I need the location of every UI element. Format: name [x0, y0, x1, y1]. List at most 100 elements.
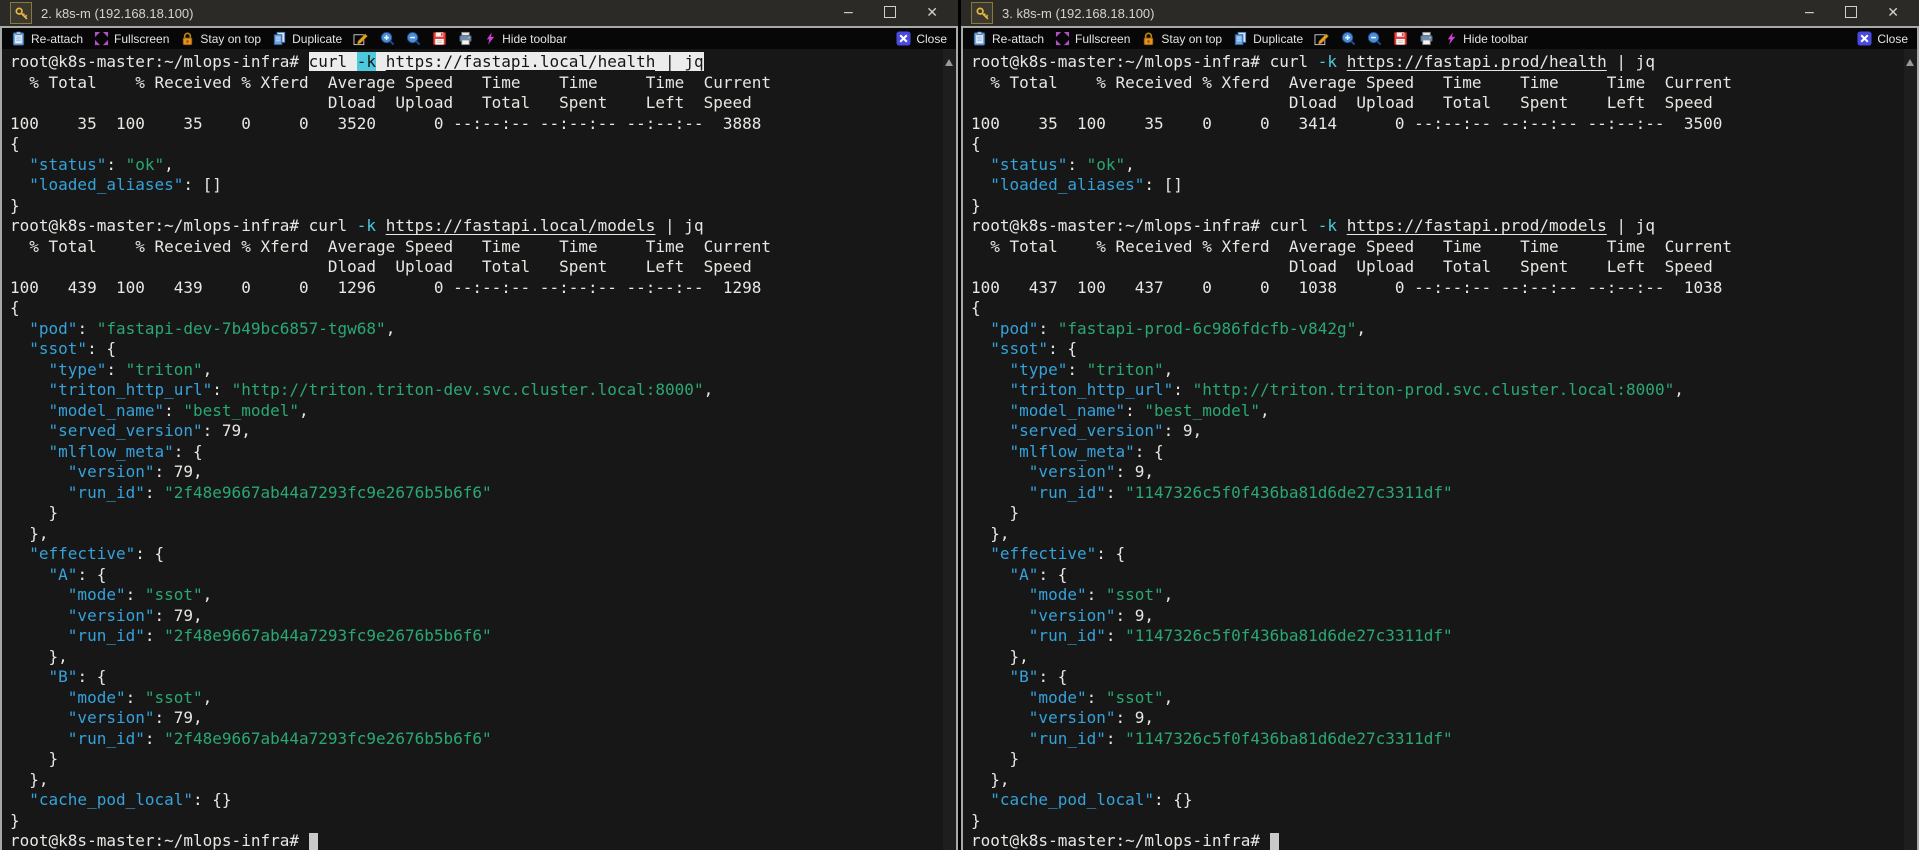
maximize-button[interactable] [884, 5, 897, 21]
terminal-line: root@k8s-master:~/mlops-infra# curl -k h… [971, 52, 1917, 73]
zoom-in-button[interactable] [380, 31, 395, 46]
terminal-line: Dload Upload Total Spent Left Speed [10, 93, 956, 114]
terminal-text: root@k8s-master:~/mlops-infra# [10, 52, 309, 71]
save-button[interactable] [1393, 31, 1408, 46]
close-window-button[interactable]: ✕ [1887, 6, 1899, 20]
save-button[interactable] [432, 31, 447, 46]
terminal-link[interactable]: https://fastapi.prod/models [1347, 216, 1607, 235]
terminal-text: : [106, 359, 126, 379]
minimize-button[interactable]: − [843, 6, 855, 20]
clipboard-icon [12, 31, 25, 46]
close-session-button[interactable]: Close [896, 31, 947, 46]
terminal-cursor [308, 833, 318, 850]
terminal-text: : 79, [154, 708, 203, 727]
scrollbar[interactable] [1904, 49, 1917, 850]
zoom-out-button[interactable] [406, 31, 421, 46]
floppy-disk-icon [433, 31, 447, 46]
edit-button[interactable] [1314, 31, 1330, 46]
left-window-titlebar[interactable]: 2. k8s-m (192.168.18.100) − ✕ [0, 0, 958, 26]
zoom-out-button[interactable] [1367, 31, 1382, 46]
terminal-text: }, [10, 769, 49, 789]
terminal-text: } [10, 503, 59, 522]
print-button[interactable] [1419, 31, 1434, 46]
terminal-line: root@k8s-master:~/mlops-infra# [971, 831, 1917, 850]
terminal-text: { [971, 298, 981, 317]
fullscreen-button[interactable]: Fullscreen [1055, 31, 1130, 46]
close-window-button[interactable]: ✕ [926, 6, 938, 20]
toolbar: Re-attach Fullscreen Stay on top Duplica… [2, 28, 956, 49]
terminal[interactable]: root@k8s-master:~/mlops-infra# curl -k h… [2, 49, 956, 850]
terminal-line: 100 35 100 35 0 0 3414 0 --:--:-- --:--:… [971, 114, 1917, 135]
terminal-text: -k [356, 216, 377, 235]
terminal-line: "status": "ok", [971, 155, 1917, 176]
terminal-text: "model_name" [48, 400, 165, 420]
terminal-line: }, [971, 524, 1917, 545]
edit-button[interactable] [353, 31, 369, 46]
terminal-text: root@k8s-master:~/mlops-infra# curl [971, 216, 1318, 235]
terminal-text: 100 35 100 35 0 0 3414 0 --:--:-- --:--:… [971, 113, 1723, 133]
right-window-titlebar[interactable]: 3. k8s-m (192.168.18.100) − ✕ [961, 0, 1919, 26]
close-session-button[interactable]: Close [1857, 31, 1908, 46]
terminal-text: : [144, 482, 165, 502]
terminal-text: curl [308, 52, 357, 71]
terminal-text: , [1163, 585, 1174, 604]
fullscreen-button[interactable]: Fullscreen [94, 31, 169, 46]
terminal-text: } [971, 810, 981, 830]
print-button[interactable] [458, 31, 473, 46]
terminal-text: , [1259, 400, 1270, 420]
terminal-text: : [1105, 626, 1126, 645]
duplicate-label: Duplicate [292, 31, 343, 46]
hide-toolbar-button[interactable]: Hide toolbar [484, 31, 567, 46]
stay-on-top-button[interactable]: Stay on top [1141, 31, 1222, 46]
terminal-line: "run_id": "2f48e9667ab44a7293fc9e2676b5b… [10, 729, 956, 750]
window-title: 2. k8s-m (192.168.18.100) [41, 5, 194, 21]
terminal-line: "model_name": "best_model", [971, 401, 1917, 422]
terminal-text: % Total % Received % Xferd Average Speed… [10, 72, 771, 92]
scrollbar[interactable] [943, 49, 956, 850]
terminal-text: "status" [29, 154, 107, 174]
terminal-line: % Total % Received % Xferd Average Speed… [971, 237, 1917, 258]
duplicate-button[interactable]: Duplicate [1233, 31, 1303, 46]
terminal-text: "run_id" [67, 728, 145, 748]
fullscreen-arrows-icon [1055, 31, 1070, 46]
maximize-button[interactable] [1845, 5, 1858, 21]
minimize-button[interactable]: − [1804, 6, 1816, 20]
terminal-text: , [164, 154, 174, 174]
terminal-text: "run_id" [67, 482, 145, 502]
terminal[interactable]: root@k8s-master:~/mlops-infra# curl -k h… [963, 49, 1917, 850]
duplicate-button[interactable]: Duplicate [272, 31, 342, 46]
terminal-text: 100 439 100 439 0 0 1296 0 --:--:-- --:-… [10, 277, 762, 297]
terminal-line: "status": "ok", [10, 155, 956, 176]
terminal-line: "run_id": "1147326c5f0f436ba81d6de27c331… [971, 483, 1917, 504]
terminal-link[interactable]: https://fastapi.local/health [385, 52, 656, 71]
terminal-text: "cache_pod_local" [29, 790, 194, 809]
terminal-line: "B": { [971, 667, 1917, 688]
terminal-line: "ssot": { [10, 339, 956, 360]
reattach-button[interactable]: Re-attach [11, 31, 83, 46]
terminal-line: "pod": "fastapi-prod-6c986fdcfb-v842g", [971, 319, 1917, 340]
terminal-link[interactable]: https://fastapi.local/models [386, 216, 656, 235]
hide-toolbar-button[interactable]: Hide toolbar [1445, 31, 1528, 46]
terminal-line: { [10, 134, 956, 155]
terminal-line: "version": 79, [10, 462, 956, 483]
terminal-link[interactable]: https://fastapi.prod/health [1347, 52, 1607, 71]
terminal-line: root@k8s-master:~/mlops-infra# curl -k h… [10, 216, 956, 237]
terminal-text: { [10, 298, 20, 317]
terminal-line: } [10, 811, 956, 832]
reattach-button[interactable]: Re-attach [972, 31, 1044, 46]
terminal-line: "model_name": "best_model", [10, 401, 956, 422]
zoom-in-button[interactable] [1341, 31, 1356, 46]
stay-on-top-button[interactable]: Stay on top [180, 31, 261, 46]
terminal-line: "version": 79, [10, 606, 956, 627]
terminal-line: "version": 9, [971, 606, 1917, 627]
terminal-text: "ssot" [990, 339, 1049, 358]
terminal-line: 100 437 100 437 0 0 1038 0 --:--:-- --:-… [971, 278, 1917, 299]
terminal-text: : { [77, 667, 107, 686]
